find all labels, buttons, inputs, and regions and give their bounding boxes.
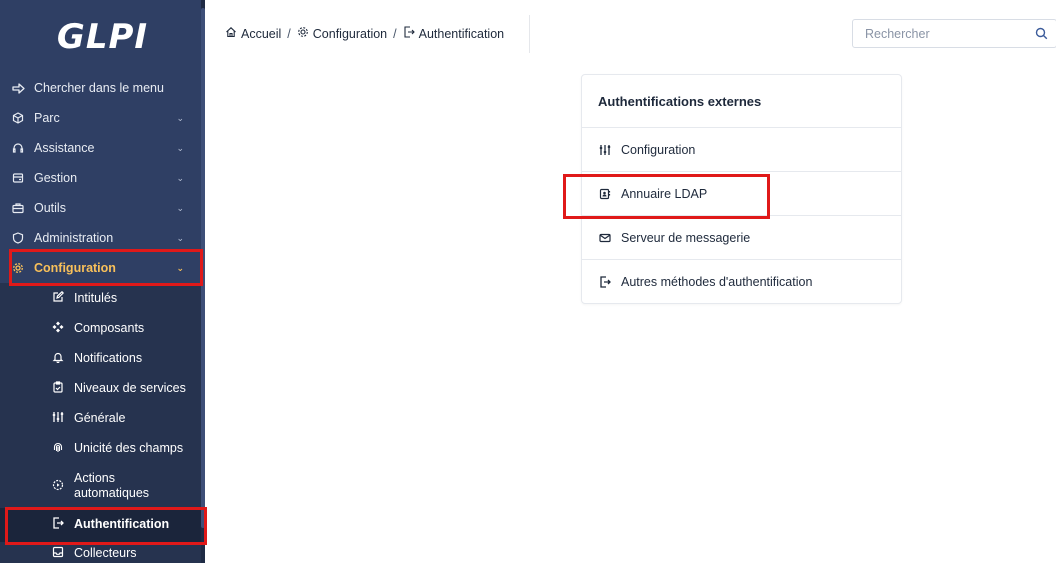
external-auth-card: Authentifications externes Configuration… (581, 74, 902, 304)
submenu-item-intitules[interactable]: Intitulés (52, 290, 200, 306)
submenu-item-notifications[interactable]: Notifications (52, 350, 200, 366)
sidebar-item-gestion[interactable]: Gestion ⌄ (12, 163, 196, 193)
wallet-icon (12, 172, 34, 184)
card-title: Authentifications externes (582, 75, 901, 128)
sidebar: GLPI Chercher dans le menu Parc ⌄ Assist… (0, 0, 205, 563)
search-icon[interactable] (1026, 19, 1056, 48)
card-row-label: Autres méthodes d'authentification (621, 275, 813, 289)
card-row-label: Configuration (621, 142, 696, 157)
cog-play-icon (52, 479, 74, 494)
shield-icon (12, 232, 34, 244)
sidebar-item-assistance[interactable]: Assistance ⌄ (12, 133, 196, 163)
search-box[interactable] (852, 19, 1056, 48)
chevron-down-icon: ⌄ (176, 262, 184, 273)
submenu-item-actions-automatiques[interactable]: Actions automatiques (52, 470, 200, 502)
bell-icon (52, 351, 74, 366)
fingerprint-icon (52, 441, 74, 456)
breadcrumb-home[interactable]: Accueil (241, 27, 281, 41)
components-icon (52, 321, 74, 336)
inbox-icon (52, 546, 74, 561)
login-icon (52, 516, 74, 532)
app-logo[interactable]: GLPI (0, 0, 205, 73)
breadcrumb-authentification[interactable]: Authentification (419, 27, 504, 41)
clipboard-icon (52, 380, 74, 396)
card-row-autres-methodes[interactable]: Autres méthodes d'authentification (582, 260, 901, 304)
sidebar-scrollbar-thumb[interactable] (201, 8, 205, 528)
submenu-item-unicite-champs[interactable]: Unicité des champs (52, 440, 200, 456)
login-icon (403, 26, 415, 41)
box-icon (12, 112, 34, 124)
chevron-down-icon: ⌄ (176, 202, 184, 213)
address-book-icon (599, 188, 621, 200)
sidebar-item-search-menu[interactable]: Chercher dans le menu (12, 73, 196, 103)
sidebar-item-parc[interactable]: Parc ⌄ (12, 103, 196, 133)
headset-icon (12, 142, 34, 154)
chevron-down-icon: ⌄ (176, 142, 184, 153)
gear-icon (297, 26, 309, 41)
chevron-down-icon: ⌄ (176, 112, 184, 123)
mail-icon (599, 232, 621, 244)
gear-icon (12, 262, 34, 274)
submenu-item-niveaux-services[interactable]: Niveaux de services (52, 380, 200, 396)
edit-icon (52, 290, 74, 306)
card-row-label: Serveur de messagerie (621, 230, 751, 245)
breadcrumb-configuration[interactable]: Configuration (313, 27, 387, 41)
sidebar-item-outils[interactable]: Outils ⌄ (12, 193, 196, 223)
sliders-icon (52, 411, 74, 426)
chevron-down-icon: ⌄ (176, 232, 184, 243)
topbar-divider (529, 15, 530, 53)
submenu-item-authentification[interactable]: Authentification (52, 515, 200, 533)
card-row-annuaire-ldap[interactable]: Annuaire LDAP (582, 172, 901, 216)
submenu-item-composants[interactable]: Composants (52, 320, 200, 336)
login-icon (599, 276, 621, 288)
home-icon (225, 26, 237, 41)
sidebar-item-administration[interactable]: Administration ⌄ (12, 223, 196, 253)
submenu-item-collecteurs[interactable]: Collecteurs (52, 545, 200, 561)
chevron-down-icon: ⌄ (176, 172, 184, 183)
briefcase-icon (12, 202, 34, 214)
sliders-icon (599, 144, 621, 156)
sidebar-item-configuration[interactable]: Configuration ⌄ (12, 253, 196, 283)
card-row-configuration[interactable]: Configuration (582, 128, 901, 172)
sidebar-scrollbar[interactable] (201, 0, 205, 563)
submenu-item-generale[interactable]: Générale (52, 410, 200, 426)
topbar: Accueil / Configuration / Authentificati… (205, 0, 1056, 66)
card-row-serveur-messagerie[interactable]: Serveur de messagerie (582, 216, 901, 260)
card-row-label: Annuaire LDAP (621, 186, 708, 201)
arrow-right-icon (12, 82, 34, 94)
breadcrumb: Accueil / Configuration / Authentificati… (225, 26, 504, 41)
search-input[interactable] (853, 26, 1026, 41)
